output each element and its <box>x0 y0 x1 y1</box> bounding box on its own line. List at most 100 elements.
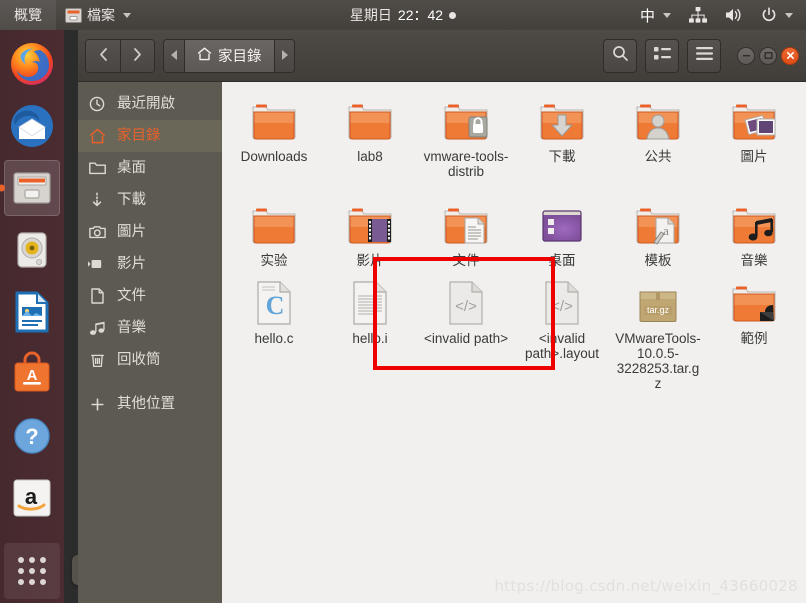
forward-button[interactable] <box>120 39 154 72</box>
back-button[interactable] <box>86 39 120 72</box>
app-menu-label: 檔案 <box>87 7 115 23</box>
folder-downloads-icon <box>536 96 588 146</box>
file-item-public[interactable]: 公共 <box>610 90 706 194</box>
show-applications-button[interactable] <box>4 543 60 599</box>
file-code-icon: </> <box>440 278 492 328</box>
sidebar-item-videos[interactable]: 影片 <box>78 248 222 280</box>
main-menu-button[interactable] <box>687 38 721 73</box>
file-item-hello-c[interactable]: C hello.c <box>226 272 322 395</box>
folder-videos-icon <box>344 200 396 250</box>
network-indicator[interactable] <box>680 0 716 30</box>
launcher-item-rhythmbox[interactable] <box>4 222 60 278</box>
clock-button[interactable]: 星期日 22：42 <box>350 5 457 25</box>
file-item-examples-symlink[interactable]: 範例 <box>706 272 802 395</box>
folder-public-icon <box>632 96 684 146</box>
indicator-area: 中 <box>631 0 802 30</box>
watermark-text: https://blog.csdn.net/weixin_43660028 <box>494 577 798 595</box>
path-scroll-right-button[interactable] <box>273 39 294 72</box>
close-button[interactable] <box>781 46 799 65</box>
file-item-videos[interactable]: 影片 <box>322 194 418 272</box>
network-icon <box>689 7 707 23</box>
maximize-button[interactable] <box>759 46 777 65</box>
breadcrumb: 家目錄 <box>163 38 295 73</box>
triangle-left-icon <box>170 48 178 63</box>
launcher-item-help[interactable]: ? <box>4 408 60 464</box>
file-name: 圖片 <box>740 149 768 164</box>
input-method-label: 中 <box>639 7 655 25</box>
sidebar-item-music[interactable]: 音樂 <box>78 312 222 344</box>
file-item-lab8[interactable]: lab8 <box>322 90 418 194</box>
sidebar-item-other-locations[interactable]: 其他位置 <box>78 388 222 420</box>
launcher-item-thunderbird[interactable] <box>4 98 60 154</box>
file-item-downloads-zh[interactable]: 下載 <box>514 90 610 194</box>
ubuntu-software-bag-icon: A <box>9 351 55 397</box>
svg-text:C: C <box>266 291 285 320</box>
sidebar-separator <box>78 376 222 388</box>
launcher-item-files[interactable] <box>4 160 60 216</box>
sidebar-item-home[interactable]: 家目錄 <box>78 120 222 152</box>
breadcrumb-item-home[interactable]: 家目錄 <box>184 39 274 72</box>
launcher-item-ubuntu-software[interactable]: A <box>4 346 60 402</box>
view-toggle-button[interactable] <box>645 38 679 73</box>
sidebar-item-pictures[interactable]: 圖片 <box>78 216 222 248</box>
sidebar-item-documents[interactable]: 文件 <box>78 280 222 312</box>
libreoffice-document-icon <box>9 289 55 335</box>
places-sidebar: 最近開啟 家目錄 桌面 下載 圖片 影片 文件 音樂 回收筒 其他位置 <box>78 82 222 603</box>
video-camera-icon <box>88 255 106 273</box>
file-item-vmware-tools-distrib[interactable]: vmware-tools-distrib <box>418 90 514 194</box>
file-name: 音樂 <box>740 253 768 268</box>
maximize-icon <box>764 51 773 60</box>
file-item-invalid-path-layout[interactable]: </> <invalid path>.layout <box>514 272 610 395</box>
app-menu-files[interactable]: 檔案 <box>56 0 140 30</box>
file-item-vmware-tools-archive[interactable]: tar.gz VMwareTools-10.0.5-3228253.tar.gz <box>610 272 706 395</box>
unity-launcher: A ? a <box>0 30 64 603</box>
launcher-item-amazon[interactable]: a <box>4 470 60 526</box>
sidebar-item-label: 家目錄 <box>117 127 161 144</box>
folder-documents-icon <box>440 200 492 250</box>
triangle-right-icon <box>281 48 288 63</box>
plus-icon <box>88 395 106 413</box>
folder-plain-icon <box>344 96 396 146</box>
sidebar-item-label: 影片 <box>117 255 146 272</box>
volume-indicator[interactable] <box>716 0 752 30</box>
file-item-downloads-en[interactable]: Downloads <box>226 90 322 194</box>
launcher-item-firefox[interactable] <box>4 36 60 92</box>
sidebar-item-downloads[interactable]: 下載 <box>78 184 222 216</box>
download-icon <box>88 191 106 209</box>
launcher-item-libreoffice-writer[interactable] <box>4 284 60 340</box>
file-item-shiyan[interactable]: 实验 <box>226 194 322 272</box>
chevron-down-icon <box>123 12 131 18</box>
session-menu[interactable] <box>752 0 802 30</box>
sidebar-item-desktop[interactable]: 桌面 <box>78 152 222 184</box>
sidebar-item-label: 文件 <box>117 287 146 304</box>
input-method-indicator[interactable]: 中 <box>631 0 680 30</box>
sidebar-item-label: 其他位置 <box>117 395 175 412</box>
file-item-desktop[interactable]: 桌面 <box>514 194 610 272</box>
file-name: 公共 <box>644 149 672 164</box>
svg-text:A: A <box>27 367 38 384</box>
search-button[interactable] <box>603 38 637 73</box>
file-item-invalid-path[interactable]: </> <invalid path> <box>418 272 514 395</box>
sidebar-item-trash[interactable]: 回收筒 <box>78 344 222 376</box>
file-item-music[interactable]: 音樂 <box>706 194 802 272</box>
files-app-icon <box>65 7 82 23</box>
icon-grid: Downloads lab8 vmware-tools-distrib 下載 公… <box>226 90 802 396</box>
file-item-hello-i[interactable]: hello.i <box>322 272 418 395</box>
breadcrumb-label: 家目錄 <box>218 49 262 65</box>
file-item-templates[interactable]: a 模板 <box>610 194 706 272</box>
file-view[interactable]: Downloads lab8 vmware-tools-distrib 下載 公… <box>222 82 806 603</box>
file-manager-window: 家目錄 最近開啟 家目錄 桌面 下載 圖片 影片 文件 音樂 回收筒 其他位置 … <box>78 30 806 603</box>
file-name: Downloads <box>240 149 308 164</box>
file-item-pictures[interactable]: 圖片 <box>706 90 802 194</box>
file-item-documents[interactable]: 文件 <box>418 194 514 272</box>
folder-music-icon <box>728 200 780 250</box>
file-name: 下載 <box>548 149 576 164</box>
minimize-button[interactable] <box>737 46 755 65</box>
svg-text:a: a <box>25 484 38 509</box>
file-name: 文件 <box>452 253 480 268</box>
path-scroll-left-button[interactable] <box>164 39 184 72</box>
sidebar-item-label: 下載 <box>117 191 146 208</box>
sidebar-item-recent[interactable]: 最近開啟 <box>78 88 222 120</box>
file-name: hello.c <box>254 331 294 347</box>
overview-button[interactable]: 概覽 <box>0 0 56 30</box>
